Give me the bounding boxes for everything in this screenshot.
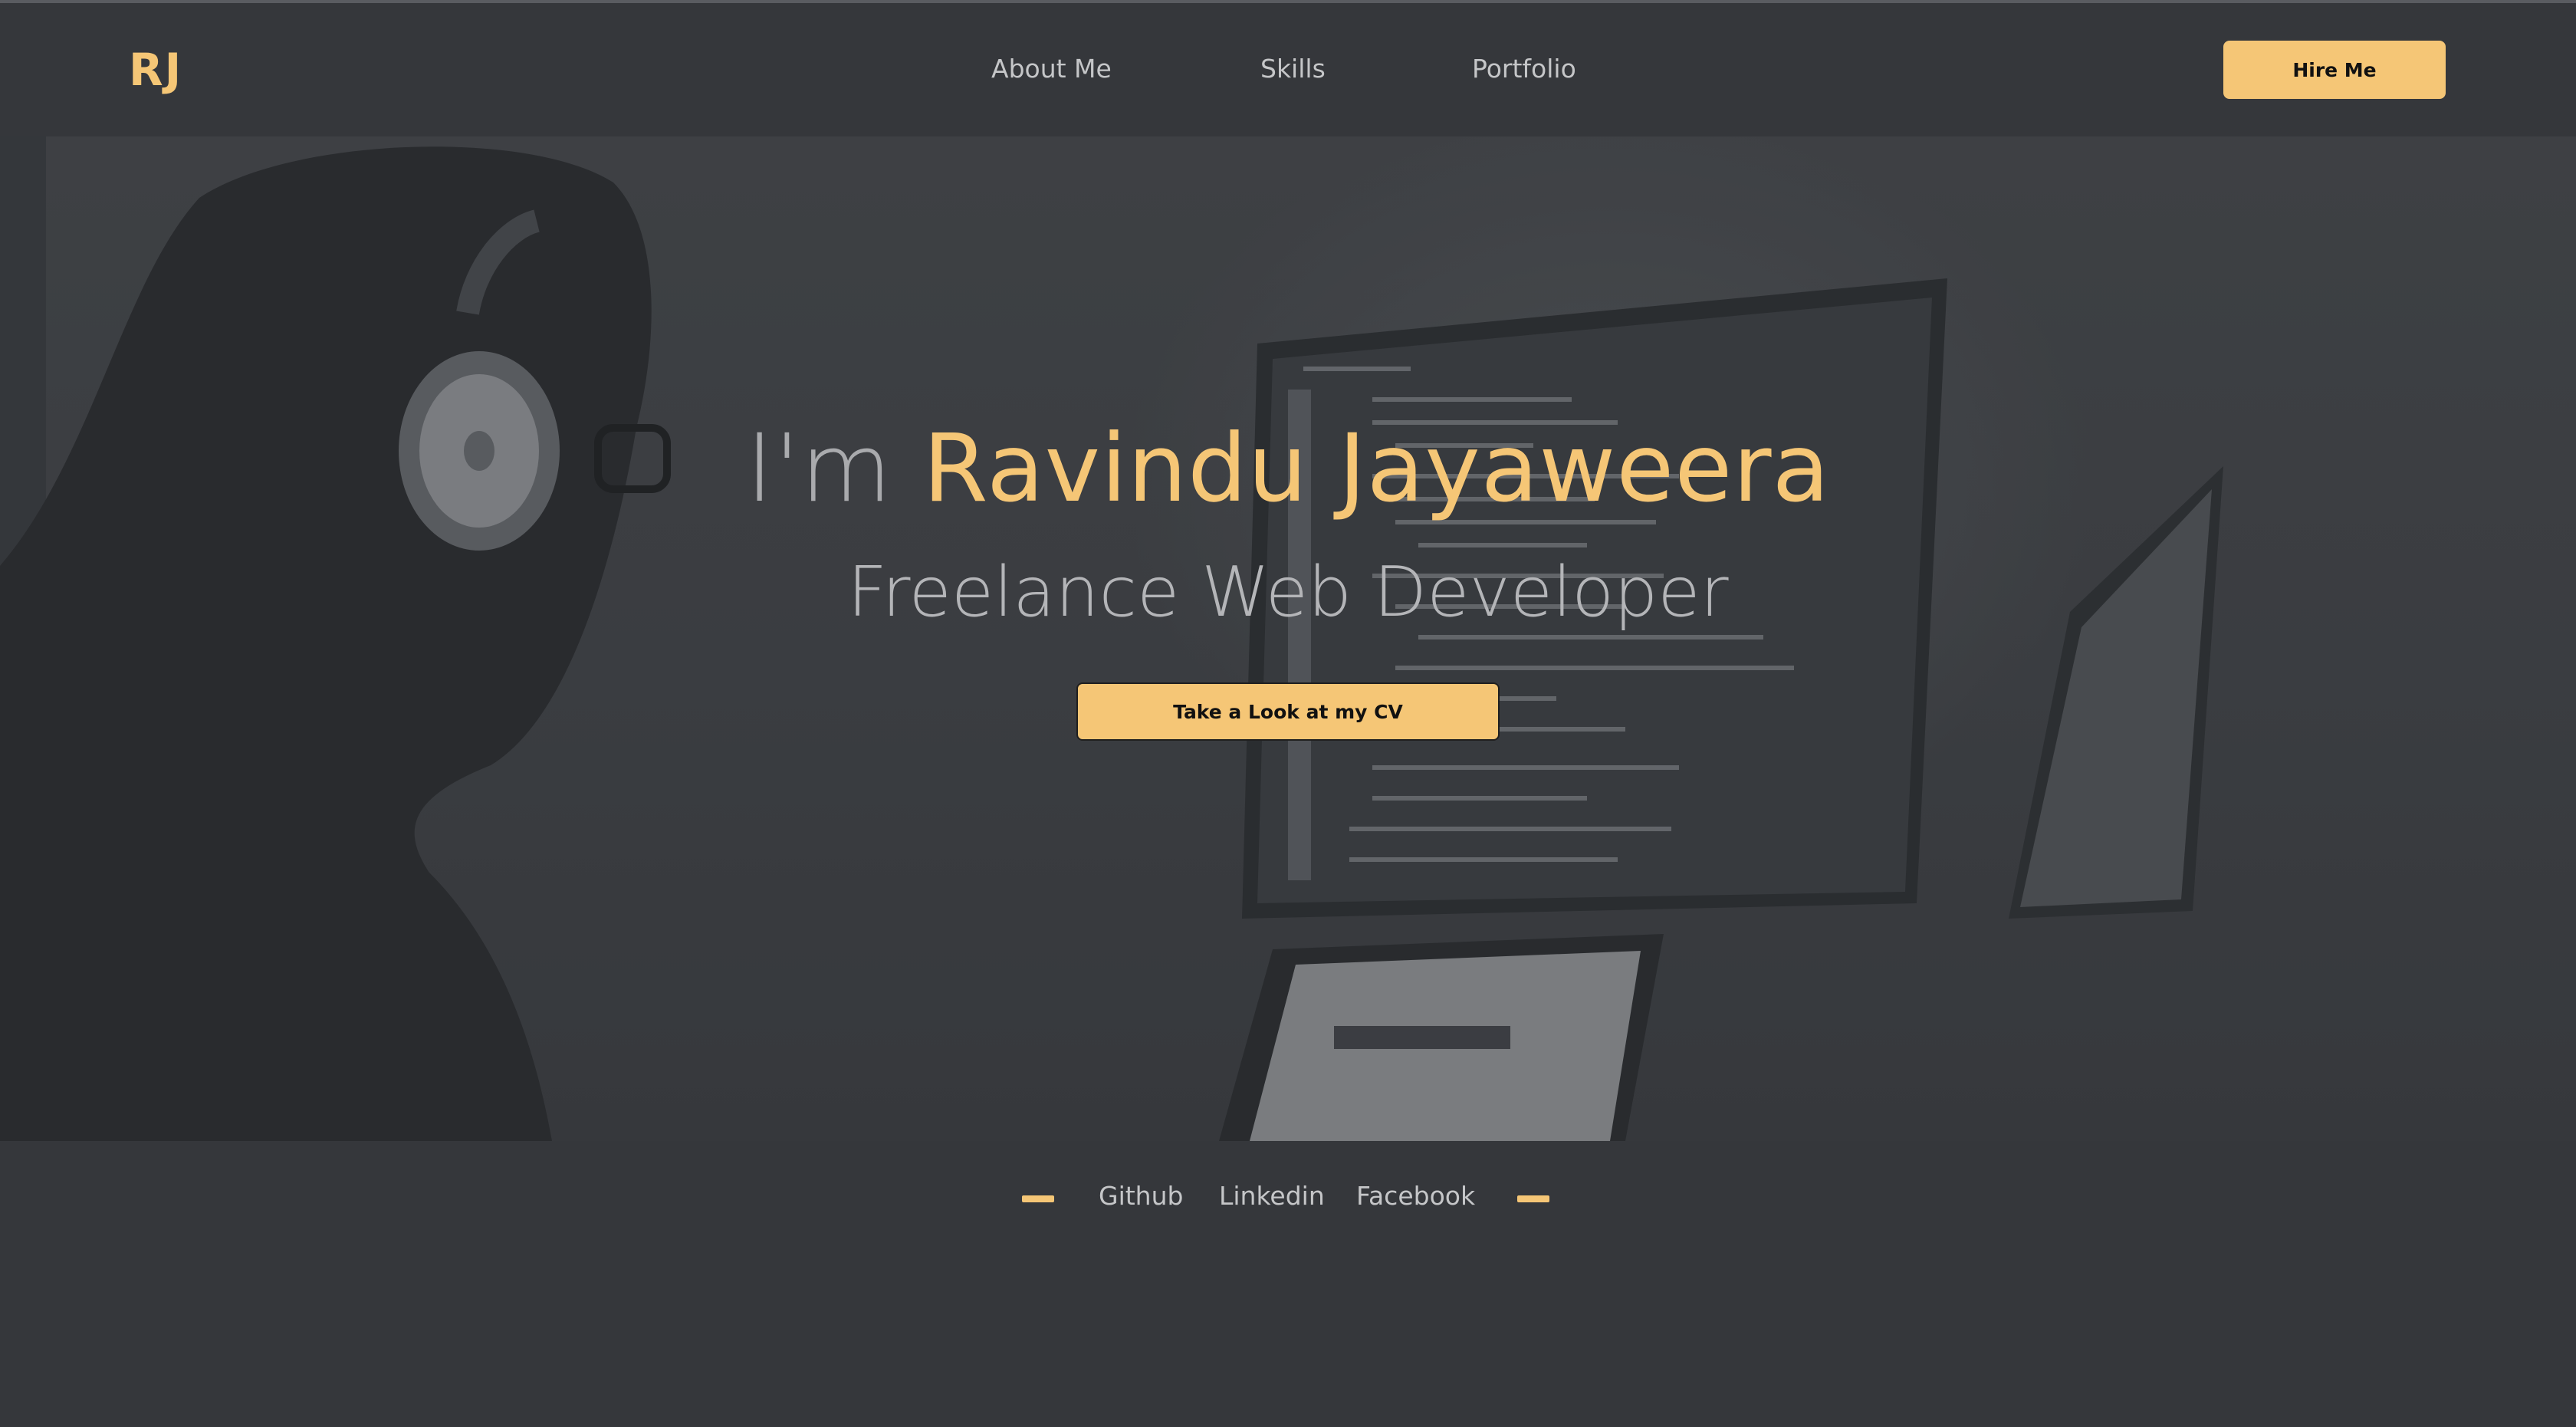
navbar: RJ About Me Skills Portfolio Hire Me: [0, 3, 2576, 136]
social-link-github[interactable]: Github: [1099, 1179, 1183, 1213]
view-cv-button[interactable]: Take a Look at my CV: [1076, 682, 1500, 741]
hero-title: I'm Ravindu Jayaweera: [0, 411, 2576, 526]
social-link-facebook[interactable]: Facebook: [1356, 1179, 1475, 1213]
nav-link-skills[interactable]: Skills: [1260, 52, 1326, 86]
social-links-bar: Github Linkedin Facebook: [0, 1141, 2576, 1427]
logo[interactable]: RJ: [129, 43, 182, 97]
hero-overlay: [0, 136, 2576, 1141]
hero-title-prefix: I'm: [745, 414, 893, 523]
nav-link-portfolio[interactable]: Portfolio: [1472, 52, 1576, 86]
hero-subtitle: Freelance Web Developer: [847, 552, 1729, 633]
right-dash-decoration: [1517, 1195, 1549, 1202]
hero-title-name: Ravindu Jayaweera: [922, 414, 1831, 523]
left-dash-decoration: [1022, 1195, 1054, 1202]
social-link-linkedin[interactable]: Linkedin: [1219, 1179, 1325, 1213]
hire-me-button[interactable]: Hire Me: [2223, 41, 2446, 99]
nav-link-about-me[interactable]: About Me: [991, 52, 1112, 86]
page: RJ About Me Skills Portfolio Hire Me I'm…: [0, 0, 2576, 1427]
hero-section: I'm Ravindu Jayaweera Freelance Web Deve…: [0, 136, 2576, 1141]
